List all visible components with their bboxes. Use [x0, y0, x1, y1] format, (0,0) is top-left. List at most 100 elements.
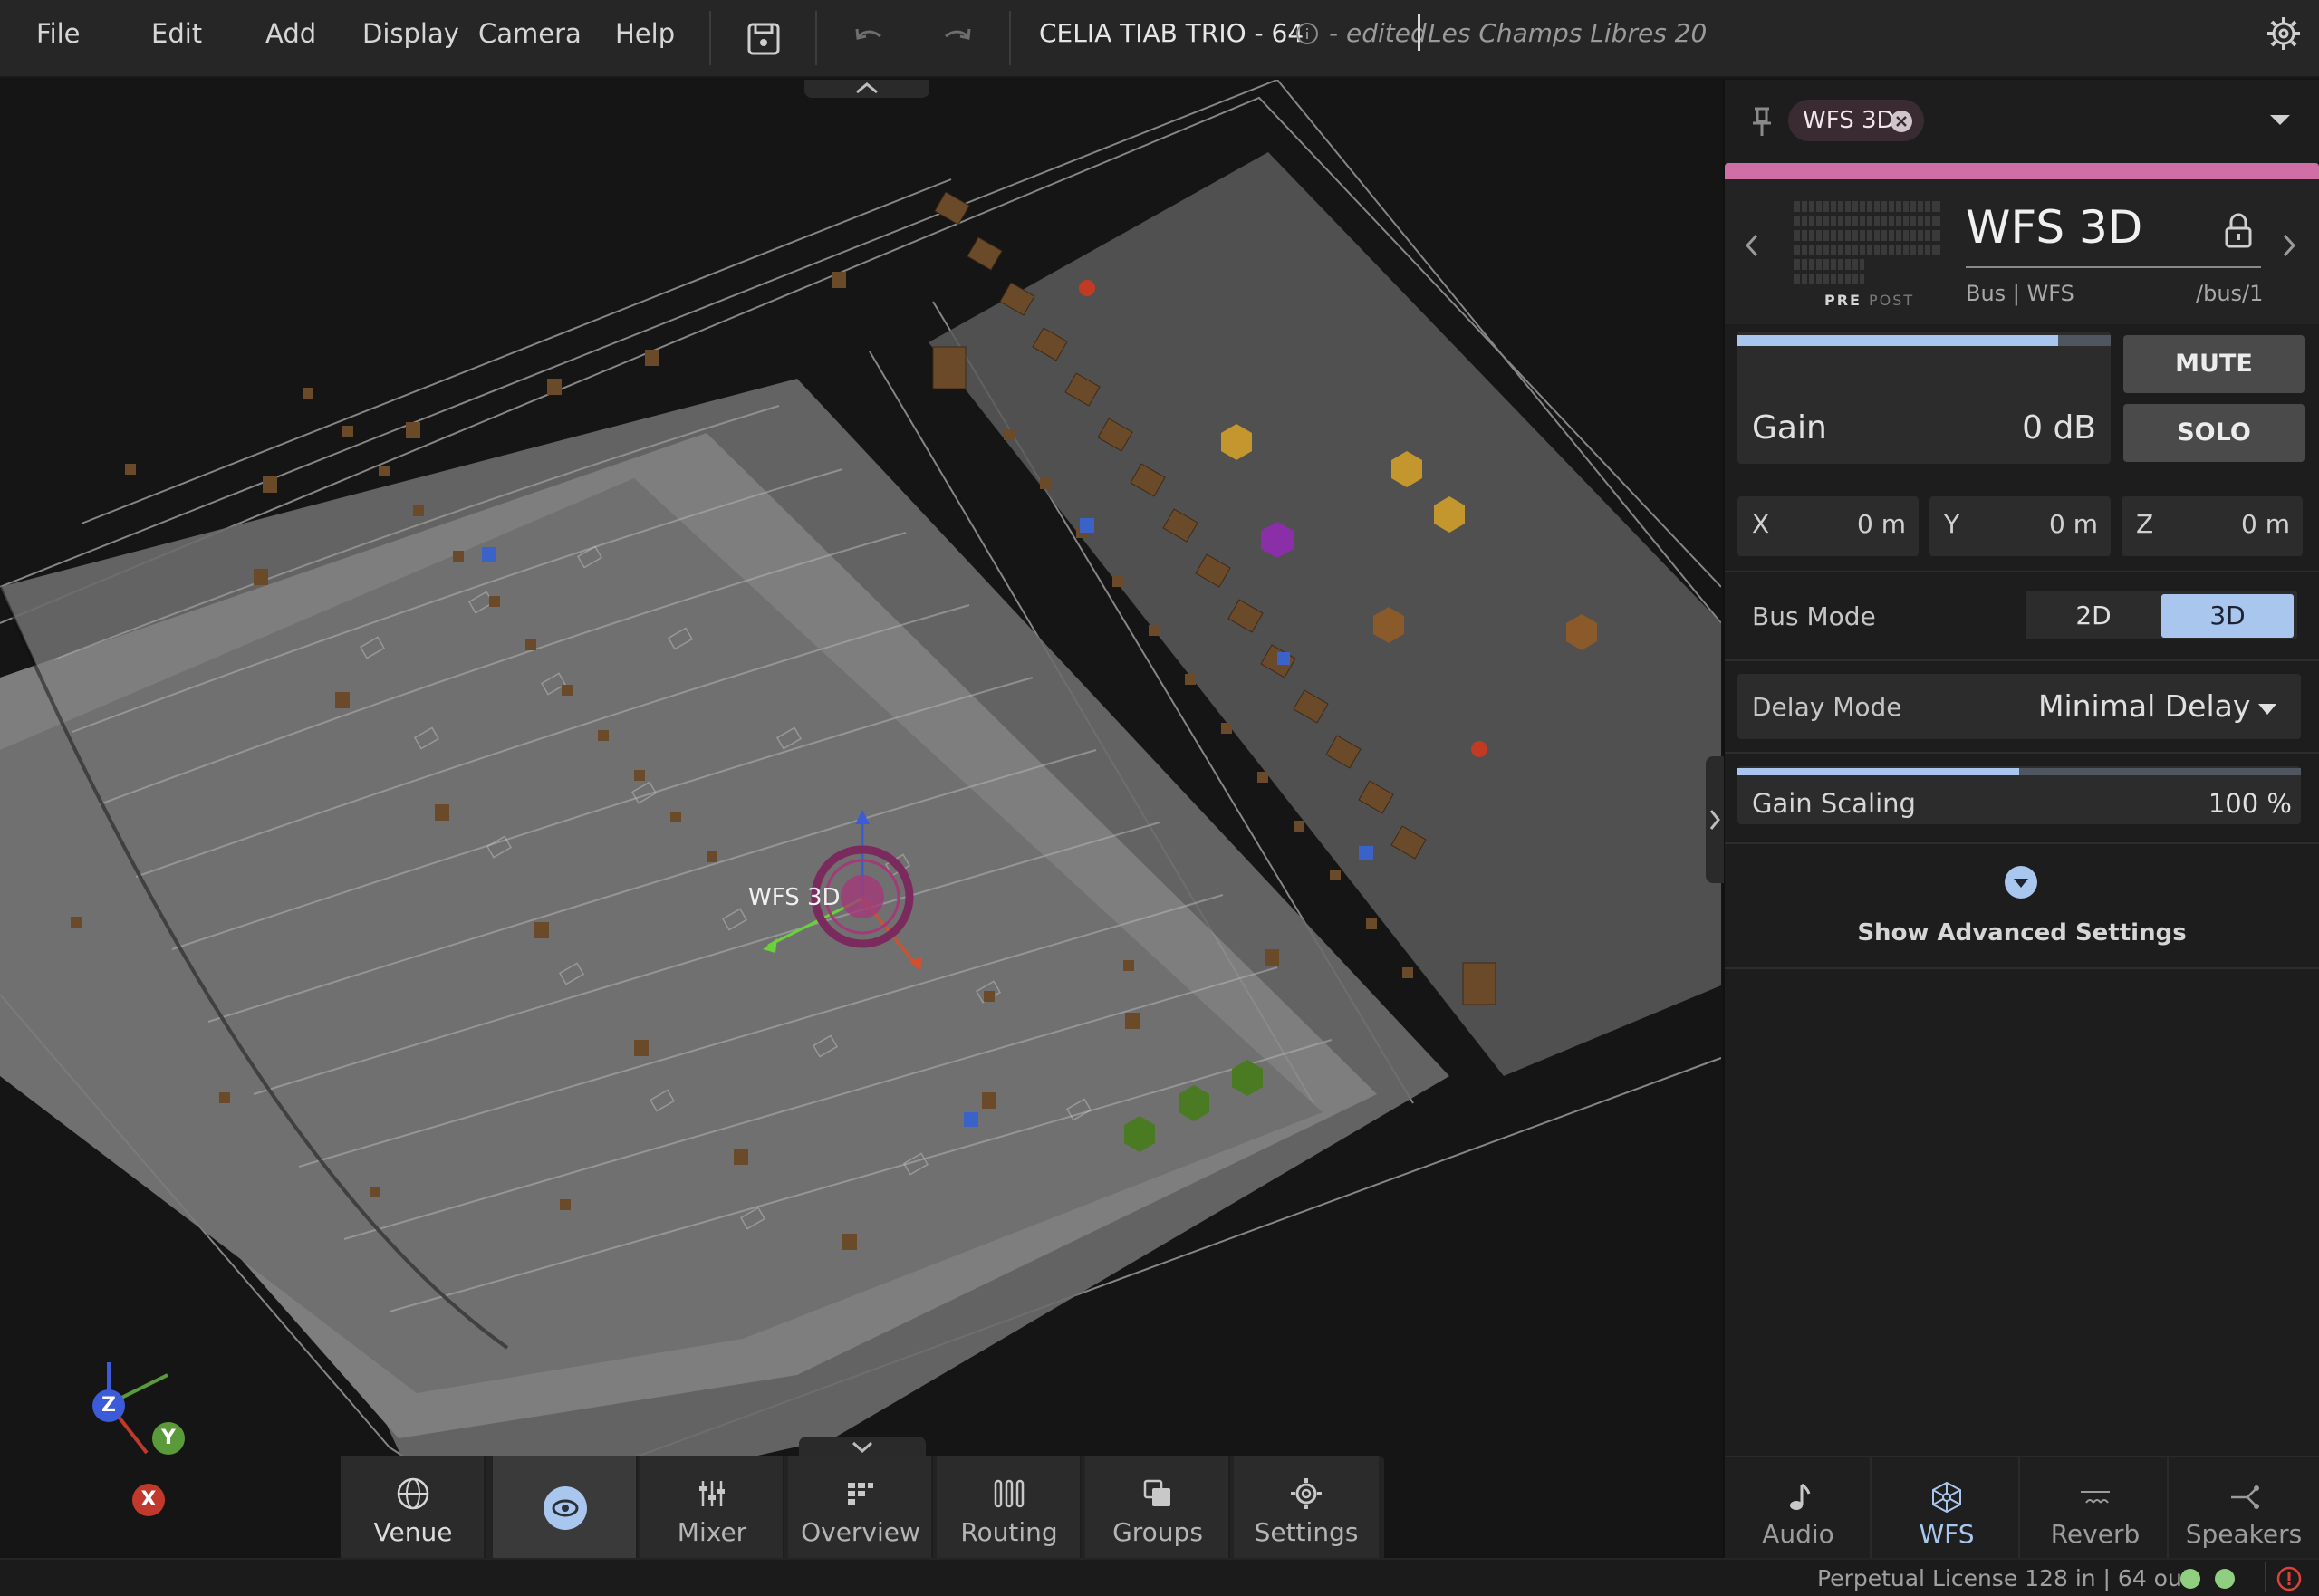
bus-color-bar — [1725, 163, 2319, 179]
position-x-field[interactable]: X 0 m — [1737, 496, 1919, 556]
venue-scene — [0, 80, 1721, 1529]
menu-help[interactable]: Help — [615, 18, 675, 49]
show-advanced-settings-button[interactable]: Show Advanced Settings — [1725, 919, 2319, 947]
music-note-icon — [1790, 1483, 1811, 1510]
dock-routing[interactable]: Routing — [937, 1456, 1082, 1558]
axis-y-badge: Y — [152, 1422, 185, 1455]
position-y-value[interactable]: 0 m — [2049, 509, 2098, 539]
chevron-down-icon — [852, 1441, 873, 1454]
title-separator — [1418, 14, 1420, 51]
gain-value[interactable]: 0 dB — [1929, 409, 2096, 447]
gain-scaling-label: Gain Scaling — [1752, 788, 1916, 819]
mixer-faders-icon — [699, 1481, 725, 1506]
dock-mixer[interactable]: Mixer — [640, 1456, 784, 1558]
dock-routing-label: Routing — [960, 1517, 1058, 1547]
gain-scaling-fill — [1737, 768, 2019, 775]
settings-gear-icon[interactable] — [2265, 14, 2303, 53]
bus-name-field[interactable]: WFS 3D — [1966, 201, 2142, 254]
section-divider — [1725, 842, 2319, 844]
bus-mode-2d-option[interactable]: 2D — [2026, 594, 2161, 638]
eye-icon — [544, 1486, 587, 1530]
tab-speakers[interactable]: Speakers — [2170, 1457, 2317, 1560]
gain-scaling-slider[interactable] — [1737, 768, 2301, 775]
chevron-left-icon[interactable] — [1743, 232, 1761, 259]
axis-x-badge: X — [132, 1484, 165, 1516]
dock-groups[interactable]: Groups — [1085, 1456, 1230, 1558]
position-x-label: X — [1752, 509, 1770, 539]
chevron-right-icon — [1709, 810, 1720, 830]
axis-z-badge: Z — [92, 1389, 125, 1422]
tab-wfs[interactable]: WFS — [1873, 1457, 2020, 1560]
selected-bus-chip[interactable]: WFS 3D — [1788, 100, 1924, 141]
info-icon[interactable] — [1295, 22, 1319, 45]
section-divider — [1725, 659, 2319, 661]
delay-mode-value[interactable]: Minimal Delay — [2038, 688, 2250, 724]
bus-mode-label: Bus Mode — [1752, 601, 1876, 631]
menu-display[interactable]: Display — [362, 18, 459, 49]
gain-label: Gain — [1752, 409, 1827, 447]
bus-chip-label: WFS 3D — [1803, 107, 1895, 134]
speakers-icon — [2231, 1485, 2259, 1509]
section-divider — [1725, 571, 2319, 572]
pin-icon[interactable] — [1748, 103, 1775, 139]
dock-mixer-label: Mixer — [677, 1517, 747, 1547]
routing-icon — [994, 1479, 1025, 1508]
bus-osc-path: /bus/1 — [2196, 281, 2264, 306]
bus-mode-3d-option[interactable]: 3D — [2161, 594, 2294, 638]
license-status: Perpetual License 128 in | 64 out — [1817, 1565, 2191, 1591]
position-y-field[interactable]: Y 0 m — [1929, 496, 2111, 556]
collapse-top-handle[interactable] — [804, 80, 929, 98]
bus-mode-segmented: 2D 3D — [2026, 591, 2297, 639]
tab-reverb[interactable]: Reverb — [2022, 1457, 2169, 1560]
venue-name: Les Champs Libres 20 — [1428, 18, 1708, 48]
tab-audio[interactable]: Audio — [1725, 1457, 1872, 1560]
project-title: CELIA TIAB TRIO - 64 — [1039, 18, 1304, 48]
menu-edit[interactable]: Edit — [151, 18, 202, 49]
close-icon[interactable] — [1890, 110, 1913, 133]
caret-down-icon[interactable] — [2268, 112, 2292, 127]
menu-add[interactable]: Add — [265, 18, 316, 49]
dock-overview[interactable]: Overview — [788, 1456, 933, 1558]
menu-file[interactable]: File — [36, 18, 81, 49]
venue-3d-viewport[interactable]: Z Y X WFS 3D — [0, 80, 1721, 1558]
dock-overview-label: Overview — [801, 1517, 920, 1547]
meter-pre-toggle[interactable]: PRE — [1824, 292, 1862, 309]
dock-groups-label: Groups — [1112, 1517, 1203, 1547]
panel-tabs: Audio WFS Reverb Speakers — [1725, 1456, 2319, 1560]
position-x-value[interactable]: 0 m — [1857, 509, 1906, 539]
caret-down-icon[interactable] — [2257, 703, 2277, 716]
expand-circle-icon[interactable] — [2003, 864, 2039, 900]
level-meter — [1794, 201, 1940, 292]
position-z-field[interactable]: Z 0 m — [2122, 496, 2303, 556]
position-z-value[interactable]: 0 m — [2241, 509, 2290, 539]
wfs-network-icon — [1932, 1481, 1961, 1514]
overview-grid-icon — [848, 1483, 873, 1505]
chevron-right-icon[interactable] — [2280, 232, 2298, 259]
solo-button[interactable]: SOLO — [2123, 404, 2305, 462]
alert-icon[interactable] — [2276, 1565, 2303, 1592]
mute-button[interactable]: MUTE — [2123, 335, 2305, 393]
lock-icon[interactable] — [2223, 210, 2254, 250]
dock-settings-label: Settings — [1254, 1517, 1359, 1547]
dock-view-toggle[interactable] — [493, 1456, 638, 1558]
toolbar-separator — [709, 11, 711, 65]
panel-collapse-handle[interactable] — [1706, 756, 1724, 883]
dock-settings[interactable]: Settings — [1234, 1456, 1379, 1558]
collapse-bottom-handle[interactable] — [799, 1437, 926, 1457]
meter-post-toggle[interactable]: POST — [1869, 292, 1914, 309]
save-icon[interactable] — [741, 16, 786, 62]
menu-camera[interactable]: Camera — [478, 18, 582, 49]
gain-scaling-value[interactable]: 100 % — [2156, 788, 2292, 819]
dock-venue[interactable]: Venue — [341, 1456, 486, 1558]
position-z-label: Z — [2136, 509, 2154, 539]
menu-bar: File Edit Add Display Camera Help CELIA … — [0, 0, 2319, 78]
reverb-icon — [2081, 1491, 2110, 1504]
undo-icon[interactable] — [846, 16, 891, 62]
globe-icon — [397, 1477, 429, 1510]
chevron-up-icon — [856, 82, 878, 94]
redo-icon[interactable] — [935, 16, 980, 62]
tab-wfs-label: WFS — [1919, 1519, 1975, 1549]
toolbar-separator — [815, 11, 817, 65]
gain-slider[interactable] — [1737, 335, 2111, 346]
bottom-dock: Venue Mixer Overview Routing Groups Sett… — [341, 1456, 1384, 1558]
